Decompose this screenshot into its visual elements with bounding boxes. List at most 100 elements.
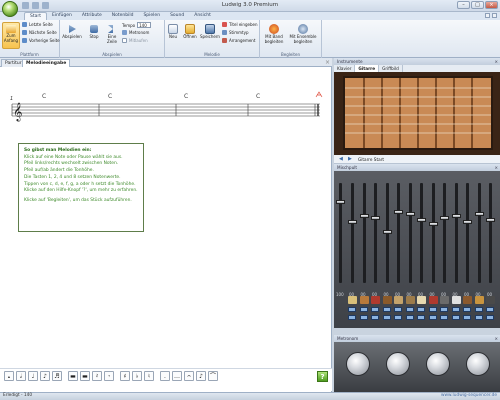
solo-button[interactable] [474, 315, 483, 320]
mute-button[interactable] [463, 307, 471, 312]
letzte-seite-button[interactable]: Letzte Seite [22, 22, 53, 27]
close-icon[interactable]: × [494, 335, 498, 342]
natural-button[interactable]: ♮ [144, 371, 154, 381]
mute-button[interactable] [440, 307, 448, 312]
stop-button[interactable]: Stop [86, 24, 102, 40]
volume-fader[interactable] [359, 214, 369, 218]
help-button[interactable]: ? [317, 371, 328, 382]
eighth-note-button[interactable]: ♪ [40, 371, 50, 381]
zum-anfang-button[interactable]: Zum Anfang [2, 22, 20, 49]
mit-ensemble-begleiten-button[interactable]: Mit Ensemble begleiten [288, 24, 318, 44]
metronome-knob[interactable] [426, 352, 450, 376]
tab-notenbild[interactable]: Notenbild [107, 12, 139, 20]
volume-fader[interactable] [440, 216, 449, 220]
flat-button[interactable]: ♭ [132, 371, 142, 381]
minimize-button[interactable]: – [457, 1, 470, 9]
stimmtyp-button[interactable]: Stimmtyp [222, 30, 249, 35]
solo-button[interactable] [417, 315, 425, 320]
whole-rest-button[interactable]: ▬ [68, 371, 78, 381]
close-pane-icon[interactable]: × [325, 59, 330, 66]
volume-fader[interactable] [394, 210, 403, 214]
mute-button[interactable] [428, 307, 437, 312]
triplet-button[interactable]: … [172, 371, 182, 381]
instrument-icon[interactable] [474, 296, 484, 304]
website-link[interactable]: www.ludwig-sequencer.de [441, 393, 497, 398]
tempo-input[interactable]: 140 [137, 22, 152, 28]
mute-button[interactable] [486, 307, 494, 312]
arrow-left-icon[interactable]: ◀ [339, 156, 343, 162]
mute-button[interactable] [359, 307, 368, 312]
volume-fader[interactable] [371, 216, 380, 220]
volume-fader[interactable] [428, 222, 438, 226]
ribbon-collapse-icon[interactable] [492, 13, 497, 18]
volume-fader[interactable] [451, 214, 461, 218]
close-button[interactable]: × [485, 1, 498, 9]
fermata-button[interactable]: 𝄐 [184, 371, 194, 381]
solo-button[interactable] [451, 315, 460, 320]
tie-button[interactable]: ⌒ [208, 371, 218, 381]
tab-gitarre[interactable]: Gitarre [355, 65, 380, 72]
metronome-knob[interactable] [346, 352, 370, 376]
master-volume-fader[interactable] [336, 200, 345, 204]
sharp-button[interactable]: ♯ [120, 371, 130, 381]
metronom-toggle[interactable]: Metronom [122, 30, 149, 35]
solo-button[interactable] [428, 315, 437, 320]
tab-griffbild[interactable]: Griffbild [379, 65, 403, 72]
speichern-button[interactable]: Speichern [199, 24, 221, 40]
solo-button[interactable] [405, 315, 414, 320]
sixteenth-note-button[interactable]: ♬ [52, 371, 62, 381]
mute-button[interactable] [417, 307, 425, 312]
quarter-rest-button[interactable]: 𝄽 [92, 371, 102, 381]
solo-button[interactable] [371, 315, 379, 320]
app-menu-button[interactable] [2, 1, 18, 17]
solo-button[interactable] [463, 315, 471, 320]
oeffnen-button[interactable]: Öffnen [181, 24, 199, 40]
volume-fader[interactable] [417, 218, 426, 222]
tab-spielen[interactable]: Spielen [138, 12, 165, 20]
vorherige-seite-button[interactable]: Vorherige Seite [22, 38, 60, 43]
mute-button[interactable] [474, 307, 483, 312]
close-icon[interactable]: × [494, 58, 498, 65]
tab-sound[interactable]: Sound [165, 12, 189, 20]
solo-button[interactable] [440, 315, 448, 320]
abspielen-button[interactable]: Abspielen [62, 24, 82, 40]
maximize-button[interactable]: □ [471, 1, 484, 9]
solo-button[interactable] [394, 315, 402, 320]
half-rest-button[interactable]: ▬ [80, 371, 90, 381]
instrument-icon[interactable] [451, 296, 461, 304]
volume-fader[interactable] [474, 212, 484, 216]
solo-button[interactable] [359, 315, 368, 320]
instrument-icon[interactable] [417, 296, 426, 304]
instrument-icon[interactable] [405, 296, 415, 304]
close-icon[interactable]: × [494, 164, 498, 171]
tab-ansicht[interactable]: Ansicht [189, 12, 216, 20]
mute-button[interactable] [394, 307, 402, 312]
instrument-icon[interactable] [463, 296, 472, 304]
dot-button[interactable]: . [160, 371, 170, 381]
mit-band-begleiten-button[interactable]: Mit Band begleiten [262, 24, 286, 44]
tab-klavier[interactable]: Klavier [334, 65, 356, 72]
naechste-seite-button[interactable]: Nächste Seite [22, 30, 57, 35]
instrument-icon[interactable] [359, 296, 369, 304]
help-icon[interactable] [485, 13, 490, 18]
solo-button[interactable] [486, 315, 494, 320]
mute-button[interactable] [405, 307, 414, 312]
volume-fader[interactable] [382, 230, 392, 234]
instrument-icon[interactable] [486, 296, 495, 304]
instrument-icon[interactable] [440, 296, 449, 304]
tab-start[interactable]: Start [24, 12, 47, 20]
eine-zeile-button[interactable]: Eine Zeile [104, 24, 120, 44]
mute-button[interactable] [382, 307, 391, 312]
grace-note-button[interactable]: ♪ [196, 371, 206, 381]
volume-fader[interactable] [348, 220, 357, 224]
mitlaufen-checkbox[interactable]: Mitlaufen [122, 38, 148, 43]
half-note-button[interactable]: 𝅗𝅥 [16, 371, 26, 381]
tab-melodieeingabe[interactable]: Melodieeingabe [22, 59, 71, 67]
solo-button[interactable] [382, 315, 391, 320]
metronome-knob[interactable] [386, 352, 410, 376]
volume-fader[interactable] [486, 218, 495, 222]
eighth-rest-button[interactable]: 𝄾 [104, 371, 114, 381]
metronome-knob[interactable] [466, 352, 490, 376]
tab-einfuegen[interactable]: Einfügen [47, 12, 77, 20]
instrument-icon[interactable] [428, 296, 438, 304]
